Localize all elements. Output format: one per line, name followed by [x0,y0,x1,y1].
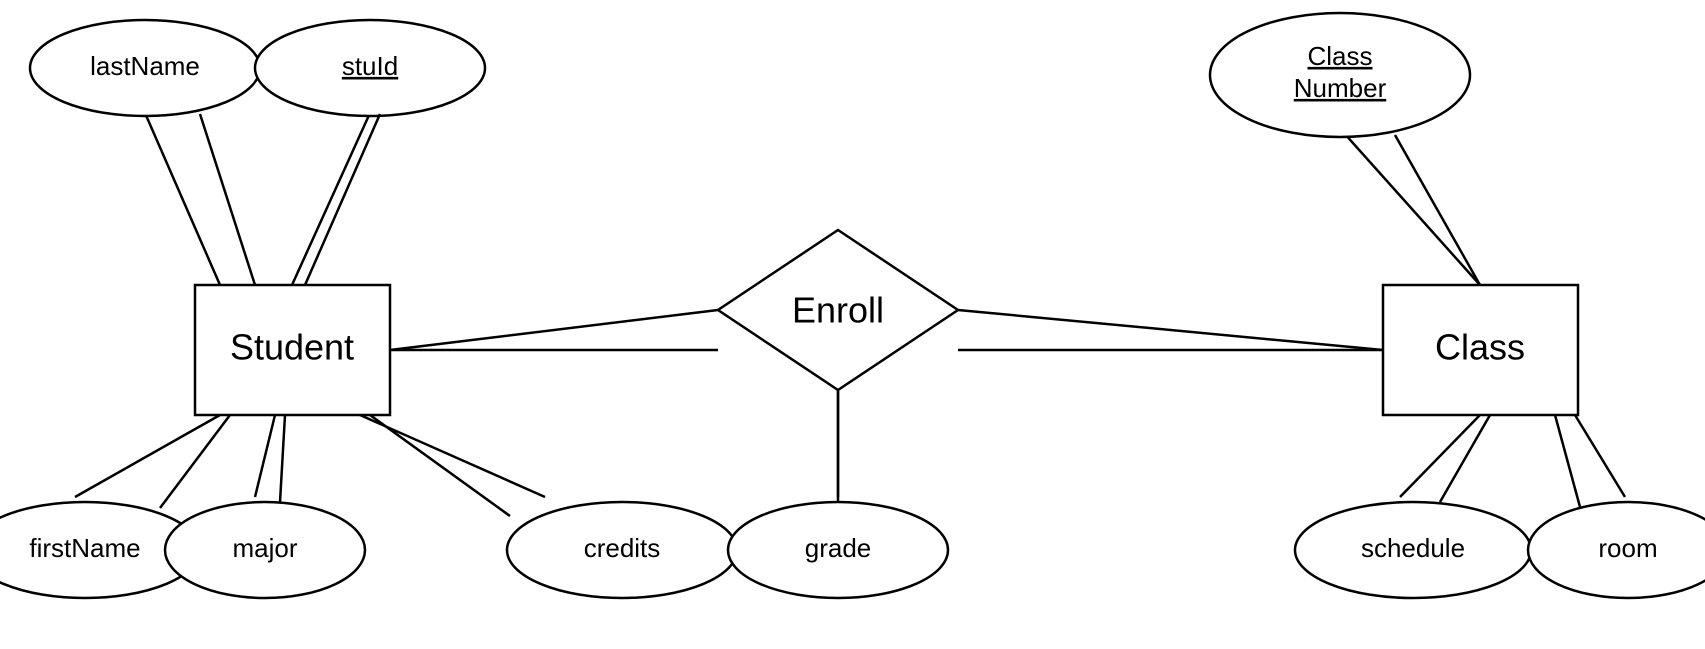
line-classnum-class2 [1395,135,1480,285]
line-enroll-class-main [958,310,1383,350]
attr-major-label: major [232,533,297,563]
line-classnum-class [1335,123,1480,285]
attr-firstName-label: firstName [29,533,140,563]
attr-schedule-label: schedule [1361,533,1465,563]
line-room-class [1575,415,1625,497]
line-schedule-class [1400,415,1480,497]
class-label: Class [1435,327,1525,368]
er-diagram: Student Class Enroll lastName stuId firs… [0,0,1705,649]
attr-grade-label: grade [805,533,872,563]
line-student-enroll-main [390,310,718,350]
attr-classNumber-line1: Class [1307,41,1372,71]
attr-lastName-label: lastName [90,51,200,81]
line-schedule-class2 [1440,415,1490,502]
line-major-student2 [280,415,285,502]
attr-stuId-label: stuId [342,51,398,81]
line-major-student [255,415,275,497]
line-room-class2 [1555,415,1580,507]
attr-room-label: room [1598,533,1657,563]
attr-credits-label: credits [584,533,661,563]
line-stuId-student-main [305,114,380,285]
line-stuId-student [292,113,370,285]
line-credits-student2 [370,415,510,516]
enroll-label: Enroll [792,290,884,331]
attr-classNumber-line2: Number [1294,73,1387,103]
student-label: Student [230,327,354,368]
